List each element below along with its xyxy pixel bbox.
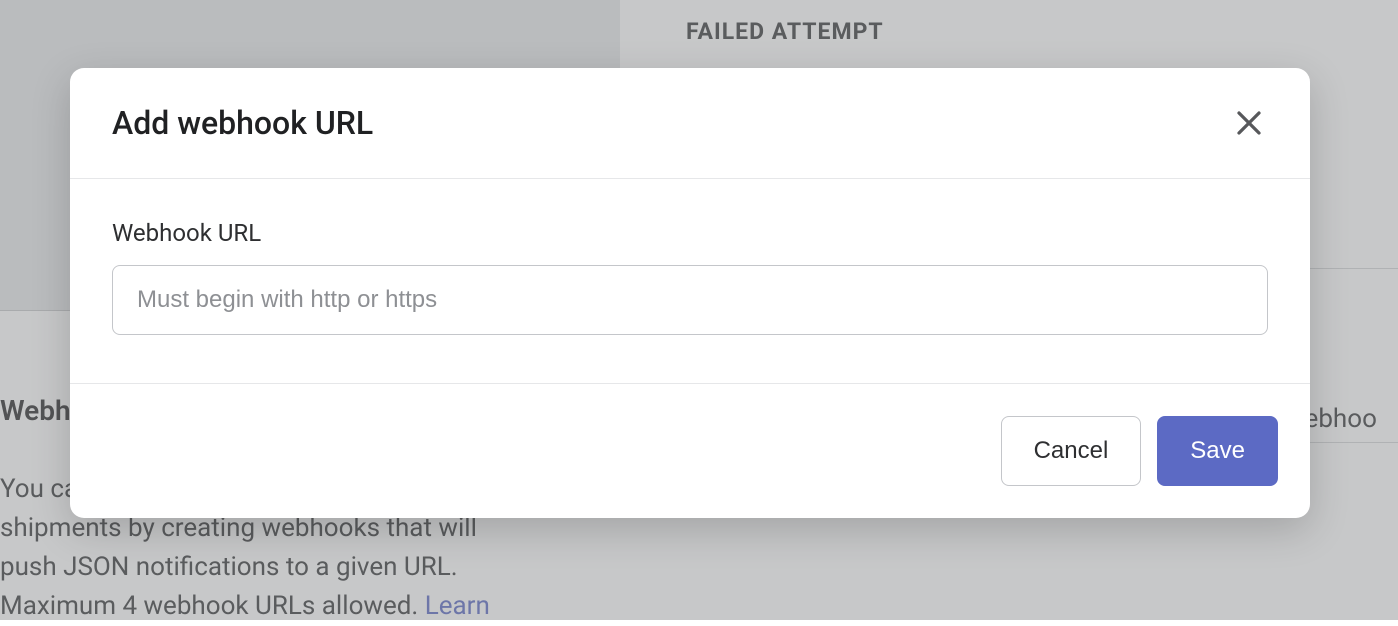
add-webhook-modal: Add webhook URL Webhook URL Cancel Save	[70, 68, 1310, 518]
close-icon	[1234, 108, 1264, 138]
webhook-url-label: Webhook URL	[112, 219, 1268, 247]
modal-body: Webhook URL	[70, 179, 1310, 384]
close-button[interactable]	[1230, 104, 1268, 142]
modal-title: Add webhook URL	[112, 104, 373, 142]
modal-header: Add webhook URL	[70, 68, 1310, 179]
save-button[interactable]: Save	[1157, 416, 1278, 486]
cancel-button[interactable]: Cancel	[1001, 416, 1142, 486]
modal-footer: Cancel Save	[70, 384, 1310, 518]
webhook-url-input[interactable]	[112, 265, 1268, 335]
